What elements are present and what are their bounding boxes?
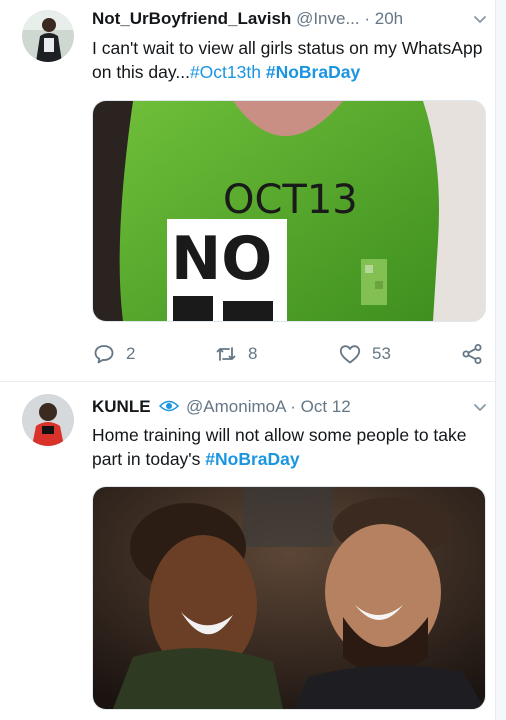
share-button[interactable] (460, 340, 494, 368)
like-button[interactable]: 53 (338, 340, 391, 368)
eye-icon (159, 400, 180, 412)
display-name[interactable]: Not_UrBoyfriend_Lavish (92, 9, 291, 28)
retweet-icon (216, 347, 236, 361)
tweet-media-image[interactable]: OCT13 NO (92, 100, 486, 322)
timestamp[interactable]: Oct 12 (301, 397, 351, 416)
avatar[interactable] (22, 394, 74, 446)
tweet-text: Home training will not allow some people… (92, 423, 486, 471)
retweet-button[interactable]: 8 (214, 340, 257, 368)
avatar[interactable] (22, 10, 74, 62)
like-icon (339, 345, 361, 364)
media-caption-no: NO (171, 224, 272, 294)
timestamp[interactable]: 20h (375, 9, 403, 28)
tweet-divider (0, 381, 496, 382)
right-edge-strip (495, 0, 506, 720)
like-count: 53 (372, 344, 391, 363)
handle[interactable]: @AmonimoA (186, 397, 285, 416)
display-name[interactable]: KUNLE (92, 397, 151, 416)
tweet-text: I can't wait to view all girls status on… (92, 36, 486, 84)
tweet-actions: 2 8 53 (92, 340, 488, 368)
separator: · (290, 397, 296, 416)
handle[interactable]: @Inve... (296, 9, 360, 28)
hashtag-link[interactable]: #NoBraDay (266, 62, 360, 82)
reply-button[interactable]: 2 (92, 340, 135, 368)
separator: · (364, 9, 371, 28)
tweet-header: Not_UrBoyfriend_Lavish @Inve... · 20h (92, 8, 488, 30)
tweet[interactable]: Not_UrBoyfriend_Lavish @Inve... · 20h I … (0, 0, 506, 382)
hashtag-link[interactable]: #Oct13th (190, 62, 261, 82)
chevron-down-icon[interactable] (472, 399, 488, 415)
retweet-count: 8 (248, 344, 258, 363)
hashtag-link[interactable]: #NoBraDay (205, 449, 299, 469)
reply-icon (94, 345, 114, 364)
chevron-down-icon[interactable] (472, 11, 488, 27)
tweet-media-image[interactable] (92, 486, 486, 710)
share-icon (462, 344, 482, 364)
tweet[interactable]: KUNLE @AmonimoA · Oct 12 Home training w… (0, 382, 506, 719)
tweet-header: KUNLE @AmonimoA · Oct 12 (92, 396, 488, 418)
reply-count: 2 (126, 344, 136, 363)
media-caption-date: OCT13 (223, 177, 358, 223)
